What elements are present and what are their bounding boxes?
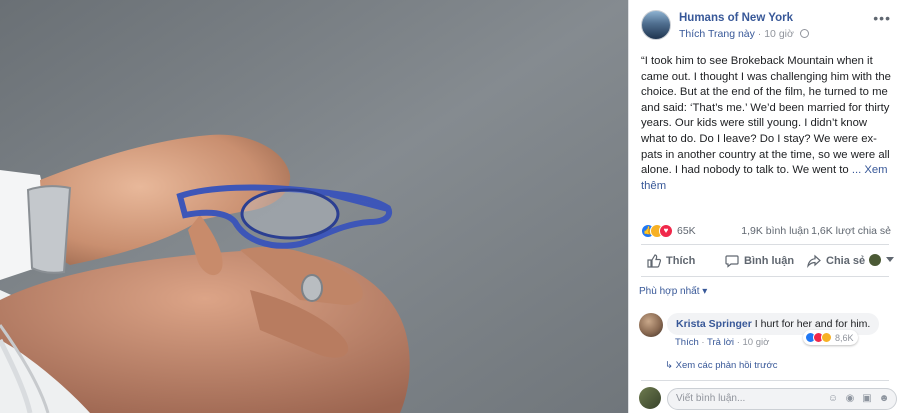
view-previous-replies-link[interactable]: ↳ Xem các phản hồi trước: [665, 360, 777, 371]
separator-dot: ·: [757, 28, 762, 40]
gif-icon[interactable]: ▣: [861, 393, 873, 405]
like-button[interactable]: Thích: [647, 254, 695, 268]
divider: [641, 380, 889, 381]
reaction-summary: 👍 ♥ 65K 1,9K bình luận 1,6K lượt chia sẻ: [641, 224, 891, 240]
divider: [641, 244, 889, 245]
comment-text: I hurt for her and for him.: [754, 318, 871, 330]
comment-input[interactable]: Viết bình luận... ☺ ◉ ▣ ☻: [667, 388, 897, 410]
comment-count[interactable]: 1,9K bình luận: [741, 225, 809, 237]
composer-avatar: [639, 387, 661, 409]
comment-meta: Thích · Trả lời · 10 giờ: [675, 337, 769, 348]
reply-arrow-icon: ↳: [665, 360, 676, 371]
chevron-down-icon: [886, 257, 894, 262]
photo-hands-glasses: [0, 0, 628, 413]
love-reaction-icon: ♥: [659, 224, 673, 238]
action-bar: Thích Bình luận Chia sẻ: [641, 248, 894, 274]
share-count[interactable]: 1,6K lượt chia sẻ: [811, 225, 891, 237]
commenter-avatar[interactable]: [639, 313, 663, 337]
comment-reaction-summary[interactable]: 8,6K: [803, 330, 858, 345]
comment-button[interactable]: Bình luận: [725, 254, 794, 268]
globe-icon: [799, 29, 809, 38]
thumbs-up-icon: [647, 254, 661, 268]
comment-composer: Viết bình luận... ☺ ◉ ▣ ☻: [639, 385, 897, 413]
sad-reaction-icon: [821, 332, 832, 343]
sort-label: Phù hợp nhất: [639, 286, 700, 297]
comment-reaction-count: 8,6K: [835, 332, 854, 343]
post-text: “I took him to see Brokeback Mountain wh…: [641, 55, 891, 177]
comment-button-label: Bình luận: [744, 255, 795, 267]
post-body: “I took him to see Brokeback Mountain wh…: [641, 54, 893, 194]
comment-reply-link[interactable]: Trả lời: [707, 337, 734, 348]
post-side-panel: Humans of New York Thích Trang này · 10 …: [628, 0, 900, 413]
like-button-label: Thích: [666, 255, 696, 267]
share-icon: [807, 254, 821, 268]
view-previous-replies-label: Xem các phản hồi trước: [675, 360, 778, 371]
composer-icons: ☺ ◉ ▣ ☻: [827, 393, 890, 405]
profile-avatar-small: [869, 254, 881, 266]
reaction-count[interactable]: 65K: [677, 225, 696, 237]
post-subheader: Thích Trang này · 10 giờ: [679, 28, 809, 40]
page-avatar[interactable]: [641, 10, 671, 40]
sticker-icon[interactable]: ☻: [878, 393, 890, 405]
comment-input-placeholder: Viết bình luận...: [676, 393, 746, 404]
camera-icon[interactable]: ◉: [844, 393, 856, 405]
caret-down-icon: ▾: [702, 286, 708, 297]
share-button-label: Chia sẻ: [826, 255, 866, 267]
post-viewer: Humans of New York Thích Trang này · 10 …: [0, 0, 900, 413]
share-button[interactable]: Chia sẻ: [807, 254, 865, 268]
comment-icon: [725, 255, 739, 268]
like-page-link[interactable]: Thích Trang này: [679, 28, 755, 40]
commenter-name[interactable]: Krista Springer: [676, 318, 752, 330]
emoji-icon[interactable]: ☺: [827, 393, 839, 405]
post-header: Humans of New York Thích Trang này · 10 …: [641, 10, 891, 42]
post-as-selector[interactable]: [869, 254, 894, 266]
comment-sort-dropdown[interactable]: Phù hợp nhất ▾: [639, 286, 707, 297]
page-name-link[interactable]: Humans of New York: [679, 12, 793, 24]
comment-time[interactable]: 10 giờ: [743, 337, 770, 348]
divider: [641, 276, 889, 277]
post-photo[interactable]: [0, 0, 628, 413]
more-options-icon[interactable]: •••: [873, 10, 891, 26]
post-time[interactable]: 10 giờ: [764, 28, 794, 40]
comment-like-link[interactable]: Thích: [675, 337, 699, 348]
